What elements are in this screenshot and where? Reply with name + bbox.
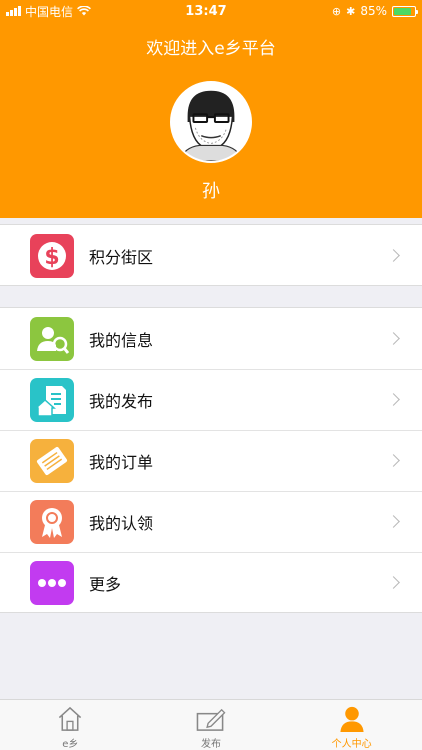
avatar-drawing [172, 83, 250, 161]
menu-item-label: 我的发布 [89, 391, 154, 411]
user-avatar-icon[interactable] [170, 81, 252, 163]
tab-publish[interactable]: 发布 [141, 700, 282, 750]
points-dollar-icon: $ [30, 233, 74, 278]
profile-header: 欢迎进入e乡平台 孙 [0, 22, 422, 218]
status-bar: 中国电信 13:47 ⊕ ✱ 85% [0, 0, 422, 22]
rotation-lock-icon: ⊕ [331, 4, 342, 18]
chevron-right-icon [387, 249, 400, 262]
svg-text:$: $ [44, 245, 59, 270]
menu-item-my-info[interactable]: 我的信息 [0, 308, 422, 369]
menu-item-my-claims[interactable]: 我的认领 [0, 491, 422, 552]
header-title: 欢迎进入e乡平台 [146, 39, 276, 59]
award-badge-icon [30, 499, 74, 544]
carrier-label: 中国电信 [25, 4, 74, 19]
house-document-icon [30, 377, 74, 422]
menu-group-points: $ 积分街区 [0, 224, 422, 286]
menu-item-label: 更多 [89, 574, 122, 594]
tab-profile[interactable]: 个人中心 [281, 700, 422, 750]
menu-item-label: 我的认领 [89, 513, 154, 533]
status-left: 中国电信 [6, 3, 146, 20]
menu-item-my-posts[interactable]: 我的发布 [0, 369, 422, 430]
battery-percent: 85% [360, 4, 387, 18]
chevron-right-icon [387, 576, 400, 589]
tab-home[interactable]: e乡 [0, 700, 141, 750]
bluetooth-icon: ✱ [346, 4, 356, 18]
username-label: 孙 [202, 181, 220, 202]
person-icon [340, 706, 364, 733]
chevron-right-icon [387, 515, 400, 528]
menu-group-personal: 我的信息 我的发布 我的订单 我的认领 更多 [0, 307, 422, 613]
user-search-icon [30, 316, 74, 361]
chevron-right-icon [387, 454, 400, 467]
compose-icon [196, 708, 226, 731]
menu-item-points-street[interactable]: $ 积分街区 [0, 225, 422, 286]
tab-label: 发布 [201, 739, 221, 750]
more-dots-icon [30, 560, 74, 605]
tab-label: 个人中心 [331, 739, 372, 750]
signal-icon [6, 6, 21, 16]
status-right: ⊕ ✱ 85% [266, 4, 418, 18]
wifi-icon [77, 6, 91, 16]
battery-icon [392, 5, 418, 17]
menu-item-more[interactable]: 更多 [0, 552, 422, 613]
ticket-icon [30, 438, 74, 483]
battery-level [394, 7, 411, 15]
menu-item-my-orders[interactable]: 我的订单 [0, 430, 422, 491]
menu-item-label: 我的订单 [89, 452, 154, 472]
chevron-right-icon [387, 332, 400, 345]
home-icon [59, 706, 82, 731]
menu-item-label: 积分街区 [89, 247, 154, 267]
tab-label: e乡 [62, 739, 79, 750]
tab-bar: e乡 发布 个人中心 [0, 699, 422, 750]
menu-item-label: 我的信息 [89, 330, 154, 350]
status-time: 13:47 [185, 3, 227, 19]
chevron-right-icon [387, 393, 400, 406]
